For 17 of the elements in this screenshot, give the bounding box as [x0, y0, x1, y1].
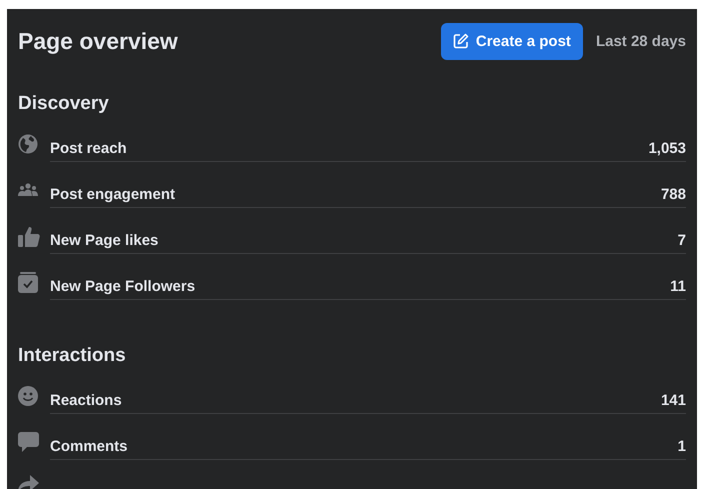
metric-label: New Page Followers [50, 278, 196, 295]
date-range-label: Last 28 days [596, 32, 686, 50]
metric-label: Post reach [50, 140, 127, 157]
section-heading: Interactions [18, 344, 127, 368]
metric-value: 788 [660, 186, 686, 203]
metric-value: 11 [670, 278, 686, 295]
metric-value: 1,053 [648, 140, 686, 157]
metric-value: 7 [678, 232, 686, 249]
metric-label: New Page likes [50, 232, 158, 249]
metric-value: 1 [678, 438, 686, 455]
metric-label: Comments [50, 438, 128, 455]
metric-label: Reactions [50, 392, 122, 409]
page-title: Page overview [18, 28, 179, 54]
create-post-button[interactable]: Create a post [440, 22, 583, 60]
metric-value: 141 [660, 392, 686, 409]
section-heading: Discovery [18, 92, 110, 116]
metric-label: Post engagement [50, 186, 176, 203]
